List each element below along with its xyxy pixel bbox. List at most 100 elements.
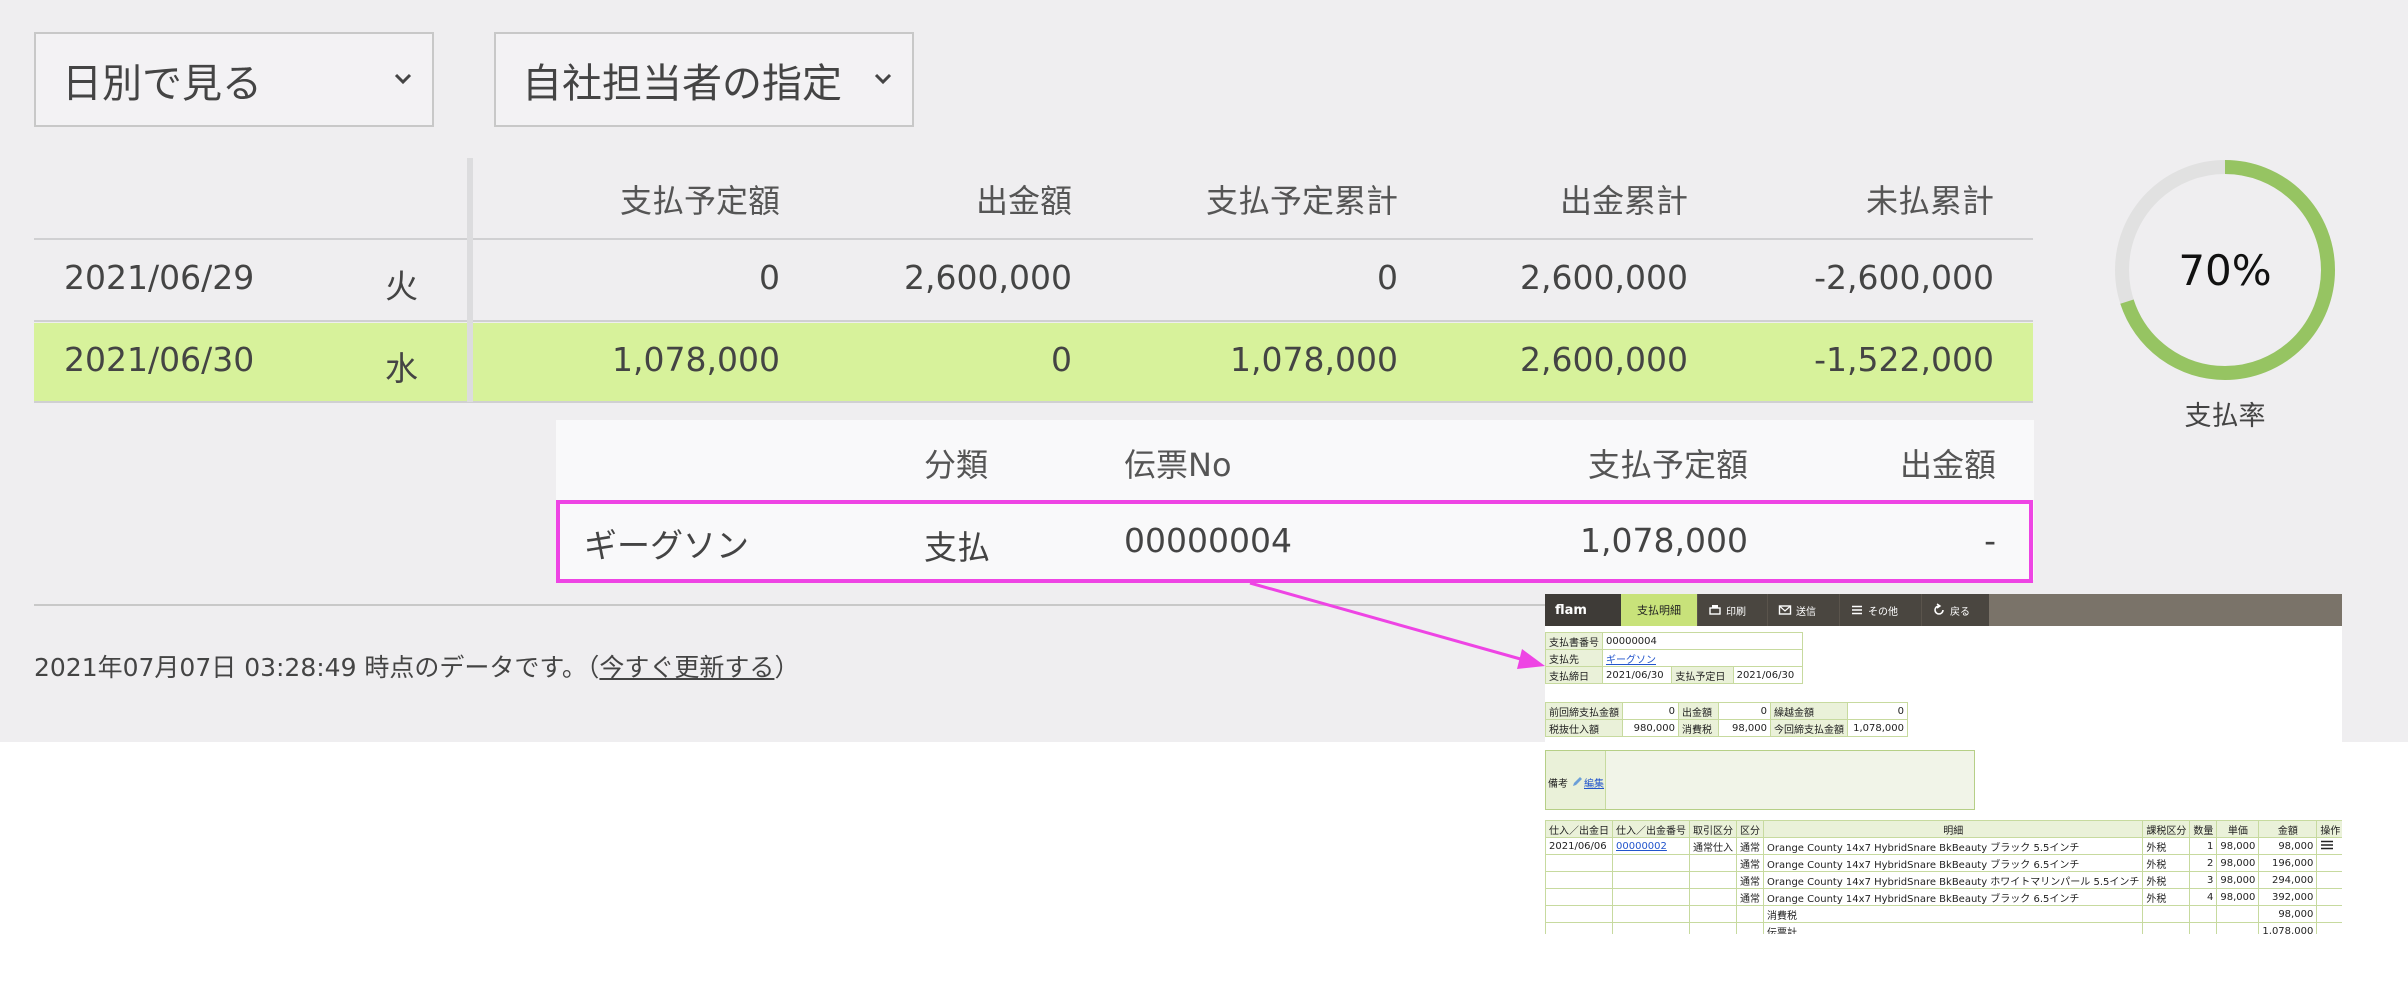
table-row: 消費税 98,000	[1545, 905, 2342, 923]
line-cell: 196,000	[2258, 854, 2318, 872]
line-cell: 通常	[1736, 854, 1764, 872]
slip-link[interactable]: 00000002	[1616, 841, 1667, 852]
line-cell	[1612, 888, 1690, 906]
line-cell: Orange County 14x7 HybridSnare BkBeauty …	[1762, 871, 2144, 889]
info-label: 支払締日	[1545, 666, 1603, 684]
line-cell: 消費税	[1762, 905, 2144, 923]
info-value: ギーグソン	[1602, 649, 1803, 667]
send-button[interactable]: 送信	[1767, 594, 1839, 626]
line-cell	[2316, 888, 2342, 906]
table-row: 通常 Orange County 14x7 HybridSnare BkBeau…	[1545, 854, 2342, 872]
back-button[interactable]: 戻る	[1921, 594, 1989, 626]
line-cell	[2316, 922, 2342, 934]
line-cell	[2316, 905, 2342, 923]
back-icon	[1934, 603, 1944, 615]
line-cell: 98,000	[2216, 854, 2260, 872]
summary-label: 繰越金額	[1770, 702, 1848, 720]
line-cell: 通常	[1736, 888, 1764, 906]
line-cell	[1689, 905, 1737, 923]
menu-icon	[1852, 605, 1862, 615]
line-cell	[2316, 854, 2342, 872]
summary-label: 出金額	[1678, 702, 1719, 720]
line-cell	[2316, 871, 2342, 889]
print-label: 印刷	[1726, 606, 1746, 618]
table-row: 伝票計 1,078,000	[1545, 922, 2342, 934]
summary-label: 消費税	[1678, 719, 1719, 737]
line-cell: 外税	[2142, 888, 2191, 906]
line-cell	[1545, 871, 1613, 889]
line-cell	[2216, 905, 2260, 923]
line-cell: 伝票計	[1762, 922, 2144, 934]
line-header: 金額	[2258, 820, 2318, 838]
line-cell: 外税	[2142, 854, 2191, 872]
line-header: 単価	[2216, 820, 2260, 838]
line-cell: 98,000	[2258, 837, 2318, 855]
info-label: 支払先	[1545, 649, 1603, 667]
line-cell: 3	[2189, 871, 2218, 889]
line-cell: Orange County 14x7 HybridSnare BkBeauty …	[1762, 837, 2144, 855]
line-cell: 通常	[1736, 871, 1764, 889]
info-table: 支払書番号 00000004 支払先 ギーグソン 支払締日 2021/06/30…	[1545, 632, 1804, 684]
info-value: 2021/06/30	[1732, 666, 1804, 684]
line-cell	[1612, 871, 1690, 889]
info-value: 00000004	[1602, 632, 1803, 650]
line-header: 課税区分	[2142, 820, 2191, 838]
line-cell: 98,000	[2258, 905, 2318, 923]
line-cell	[1545, 922, 1613, 934]
line-cell: 2021/06/06	[1545, 837, 1613, 855]
back-label: 戻る	[1950, 606, 1970, 618]
line-cell	[1545, 905, 1613, 923]
info-value: 2021/06/30	[1601, 666, 1673, 684]
line-cell	[1545, 888, 1613, 906]
line-cell: 外税	[2142, 837, 2191, 855]
line-cell	[1545, 854, 1613, 872]
inset-toolbar: flam 支払明細 印刷 送信 その他 戻る	[1545, 594, 2342, 626]
line-cell	[2189, 922, 2218, 934]
summary-value: 980,000	[1622, 719, 1679, 737]
memo-box: 備考 編集	[1545, 750, 1975, 810]
line-cell	[1612, 854, 1690, 872]
line-cell: 通常仕入	[1689, 837, 1737, 855]
line-cell: 外税	[2142, 871, 2191, 889]
line-header: 明細	[1762, 820, 2144, 838]
tab-payment-detail[interactable]: 支払明細	[1621, 594, 1697, 626]
summary-value: 1,078,000	[1847, 719, 1908, 737]
summary-label: 税抜仕入額	[1545, 719, 1623, 737]
row-menu-button[interactable]	[2316, 837, 2342, 855]
line-cell: 2	[2189, 854, 2218, 872]
line-cell	[2142, 922, 2191, 934]
app-logo: flam	[1545, 594, 1621, 626]
send-label: 送信	[1796, 606, 1816, 618]
payment-detail-screenshot: flam 支払明細 印刷 送信 その他 戻る 支払書番号 0 0000004 支払…	[1545, 594, 2342, 934]
line-cell	[1612, 922, 1690, 934]
table-row: 2021/06/06 00000002 通常仕入 通常 Orange Count…	[1545, 837, 2342, 855]
print-button[interactable]: 印刷	[1697, 594, 1767, 626]
info-label: 支払書番号	[1545, 632, 1603, 650]
payee-link[interactable]: ギーグソン	[1606, 655, 1656, 666]
line-header: 数量	[2189, 820, 2218, 838]
memo-edit-link[interactable]: 編集	[1584, 775, 1604, 790]
line-cell: 1,078,000	[2258, 922, 2318, 934]
summary-value: 0	[1718, 702, 1771, 720]
line-cell	[1689, 854, 1737, 872]
line-cell: 4	[2189, 888, 2218, 906]
line-cell: 98,000	[2216, 837, 2260, 855]
table-row: 通常 Orange County 14x7 HybridSnare BkBeau…	[1545, 888, 2342, 906]
summary-table: 前回締支払金額 0 出金額 0 繰越金額 0 税抜仕入額 980,000 消費税…	[1545, 702, 1908, 737]
summary-value: 98,000	[1718, 719, 1771, 737]
table-row: 通常 Orange County 14x7 HybridSnare BkBeau…	[1545, 871, 2342, 889]
line-items-table: 仕入／出金日 仕入／出金番号 取引区分 区分 明細 課税区分 数量 単価 金額 …	[1545, 820, 2342, 934]
line-cell	[2216, 922, 2260, 934]
memo-label: 備考	[1548, 779, 1568, 790]
line-header: 取引区分	[1689, 820, 1737, 838]
printer-icon	[1709, 605, 1721, 615]
summary-value: 0	[1622, 702, 1679, 720]
line-cell: Orange County 14x7 HybridSnare BkBeauty …	[1762, 888, 2144, 906]
info-label: 支払予定日	[1671, 666, 1734, 684]
line-cell: Orange County 14x7 HybridSnare BkBeauty …	[1762, 854, 2144, 872]
line-cell	[1736, 922, 1764, 934]
line-cell	[1689, 871, 1737, 889]
line-cell: 98,000	[2216, 871, 2260, 889]
mail-icon	[1778, 605, 1792, 615]
more-button[interactable]: その他	[1839, 594, 1921, 626]
